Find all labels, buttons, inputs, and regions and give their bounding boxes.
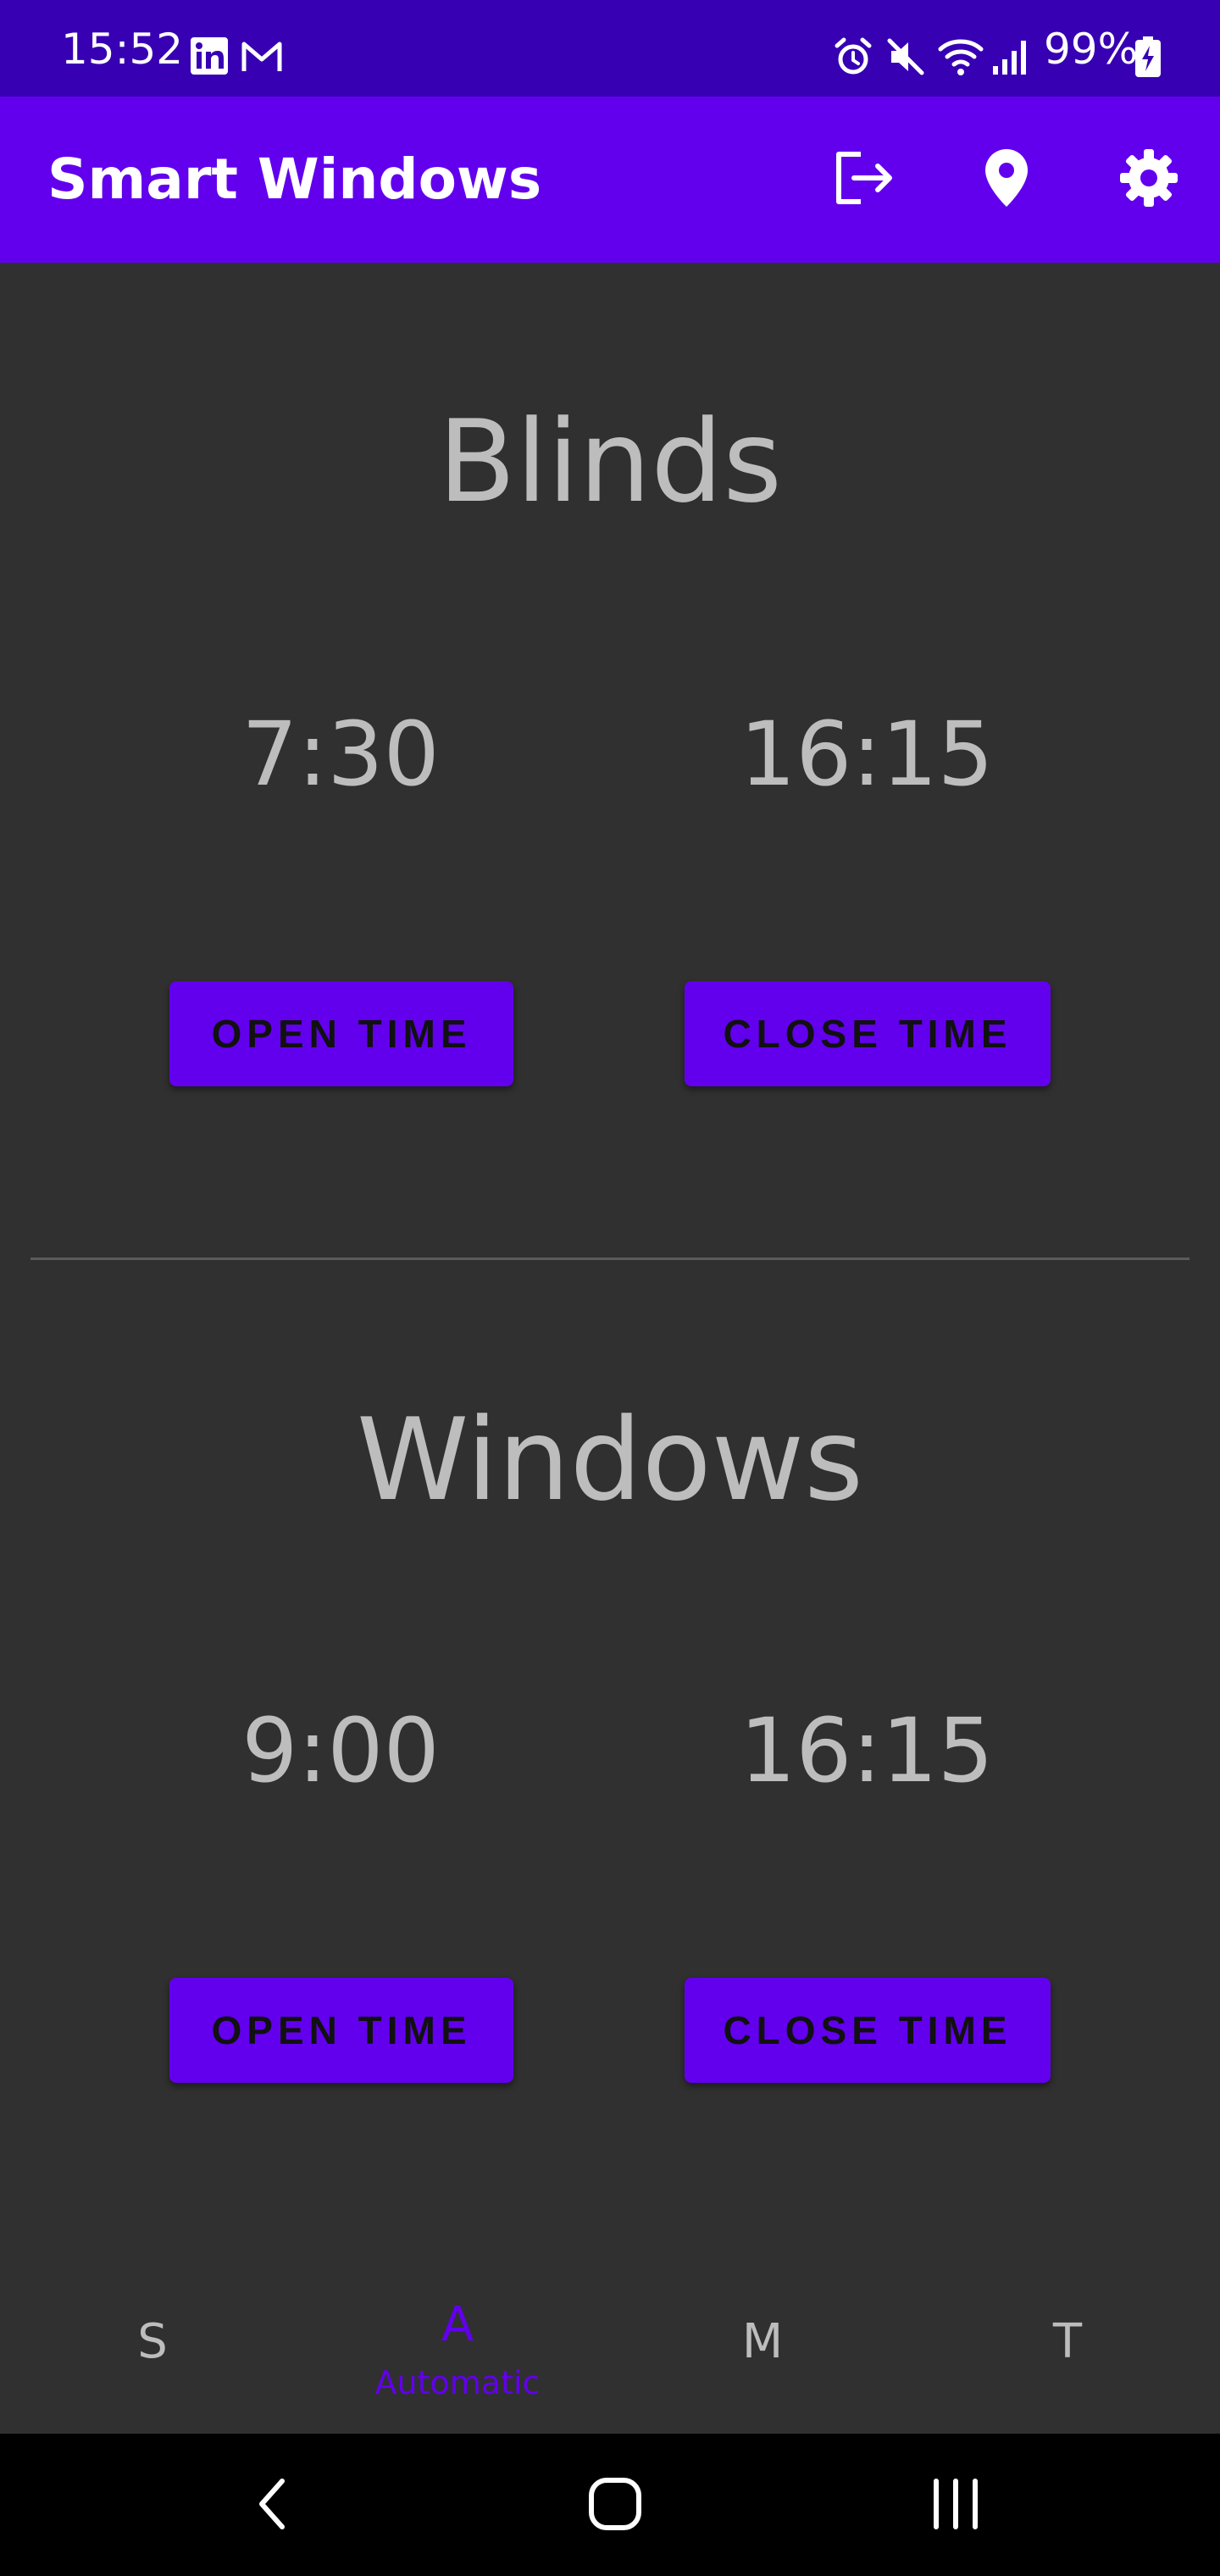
- battery-charging-icon: [1134, 36, 1164, 78]
- system-recents-button[interactable]: [913, 2468, 998, 2544]
- blinds-close-time: 16:15: [740, 702, 994, 806]
- nav-item-letter: M: [741, 2314, 784, 2369]
- app-bar: Smart Windows: [0, 97, 1220, 263]
- system-navigation-bar: [0, 2434, 1220, 2576]
- back-icon: [252, 2474, 294, 2537]
- nav-item-t[interactable]: T: [915, 2254, 1220, 2434]
- mute-icon: [884, 36, 927, 78]
- blinds-open-time: 7:30: [241, 702, 440, 806]
- blinds-close-time-button[interactable]: CLOSE TIME: [685, 981, 1051, 1086]
- app-title: Smart Windows: [47, 147, 542, 212]
- home-icon: [585, 2474, 645, 2537]
- gmail-icon: [241, 37, 282, 75]
- logout-button[interactable]: [829, 144, 900, 215]
- status-bar: 15:52 99%: [0, 0, 1220, 97]
- nav-item-label: Automatic: [374, 2364, 541, 2401]
- windows-heading: Windows: [356, 1394, 864, 1526]
- signal-icon: [991, 36, 1034, 78]
- section-divider: [30, 1257, 1190, 1260]
- battery-percentage: 99%: [1044, 25, 1139, 74]
- logout-icon: [832, 147, 896, 212]
- nav-item-letter: A: [441, 2297, 474, 2352]
- status-time: 15:52: [61, 25, 184, 74]
- bottom-navigation: S A Automatic M T: [0, 2254, 1220, 2434]
- location-pin-icon: [983, 147, 1030, 212]
- nav-item-automatic[interactable]: A Automatic: [305, 2254, 610, 2434]
- wifi-icon: [937, 36, 984, 78]
- windows-close-time: 16:15: [740, 1699, 994, 1802]
- nav-item-s[interactable]: S: [0, 2254, 305, 2434]
- recents-icon: [926, 2474, 985, 2537]
- blinds-heading: Blinds: [437, 396, 783, 528]
- location-button[interactable]: [971, 144, 1042, 215]
- windows-open-time-button[interactable]: OPEN TIME: [169, 1978, 513, 2083]
- settings-gear-icon: [1118, 147, 1179, 212]
- system-back-button[interactable]: [230, 2468, 315, 2544]
- blinds-open-time-button[interactable]: OPEN TIME: [169, 981, 513, 1086]
- windows-close-time-button[interactable]: CLOSE TIME: [685, 1978, 1051, 2083]
- linkedin-icon: [190, 37, 230, 75]
- nav-item-letter: S: [137, 2314, 168, 2369]
- windows-open-time: 9:00: [241, 1699, 440, 1802]
- nav-item-m[interactable]: M: [610, 2254, 915, 2434]
- settings-button[interactable]: [1113, 144, 1184, 215]
- nav-item-letter: T: [1052, 2314, 1083, 2369]
- system-home-button[interactable]: [573, 2468, 657, 2544]
- alarm-icon: [832, 36, 874, 78]
